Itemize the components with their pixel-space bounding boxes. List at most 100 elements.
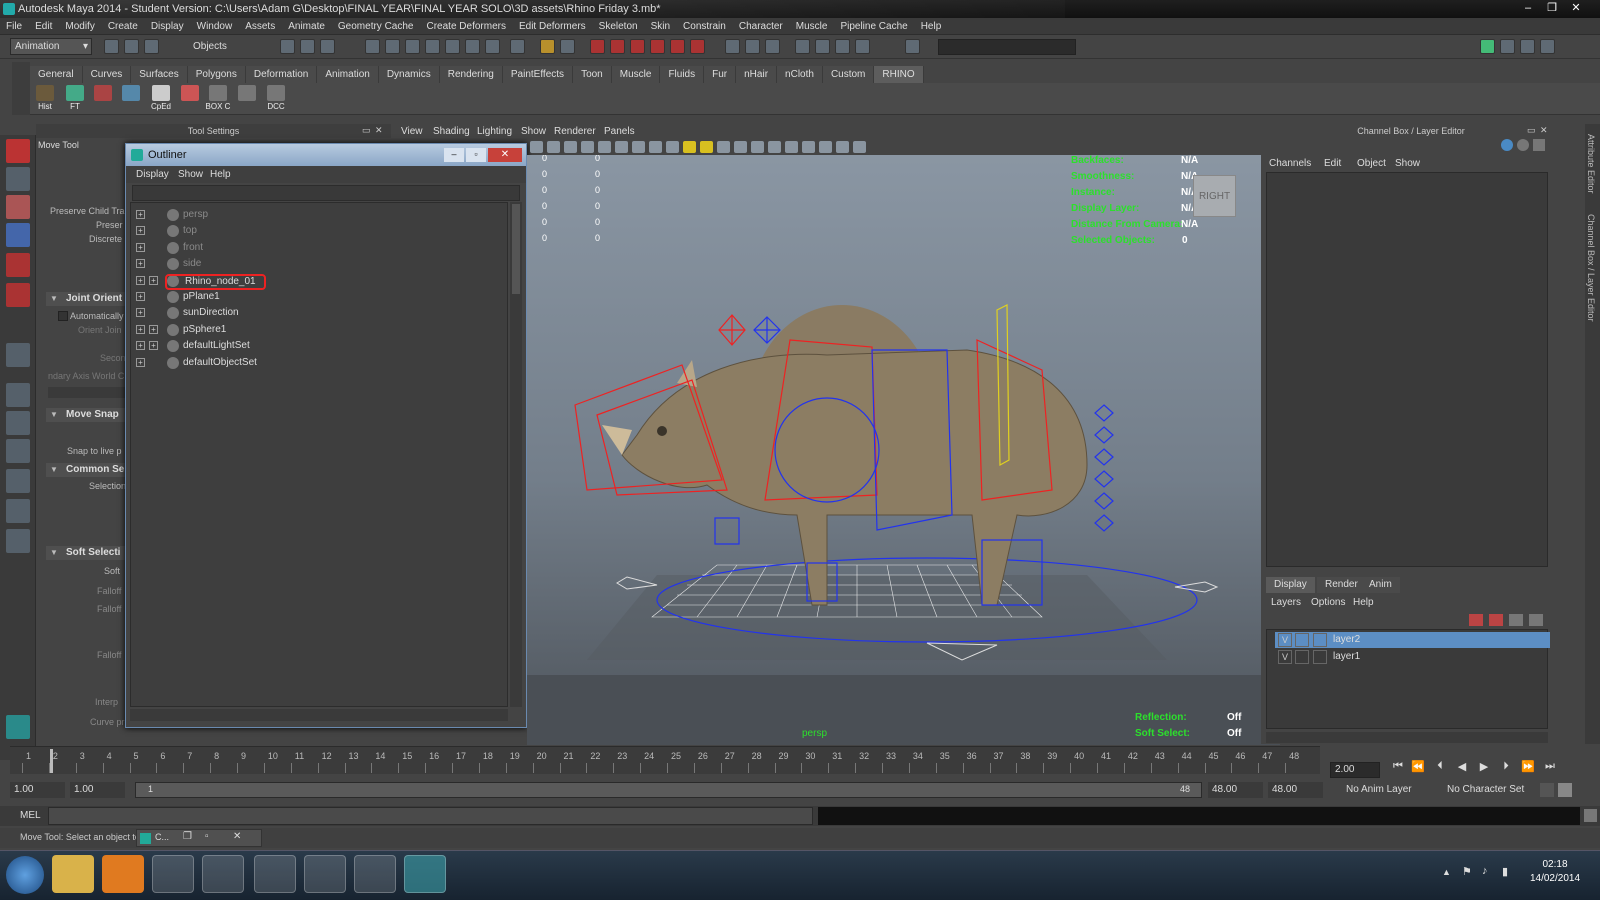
select-object-icon[interactable]: [300, 39, 315, 54]
save-scene-icon[interactable]: [144, 39, 159, 54]
layer-playback-toggle[interactable]: [1295, 650, 1309, 664]
snap-grid-icon[interactable]: [365, 39, 380, 54]
panel-toolbar-icon[interactable]: [615, 141, 628, 153]
view-cube[interactable]: RIGHT: [1193, 175, 1236, 217]
step-forward-key-icon[interactable]: ⏵: [1498, 760, 1514, 773]
outliner-minimize-button[interactable]: –: [444, 148, 464, 162]
menu-edit[interactable]: Edit: [35, 21, 52, 32]
outliner-item[interactable]: + + pSphere1: [131, 322, 501, 338]
shelf-joint-button[interactable]: [90, 85, 116, 113]
playback-end-field[interactable]: 48.00: [1208, 782, 1263, 798]
shelf-boxc-button[interactable]: BOX C: [205, 85, 231, 113]
float-panel-icon[interactable]: ▭: [362, 125, 371, 136]
menu-window[interactable]: Window: [197, 21, 233, 32]
outliner-item[interactable]: + side: [131, 256, 501, 272]
chrome-taskbar-icon[interactable]: [354, 855, 396, 893]
menu-constrain[interactable]: Constrain: [683, 21, 726, 32]
persp-outliner-layout-icon[interactable]: [6, 439, 30, 463]
ipr-render-icon[interactable]: [610, 39, 625, 54]
automatically-checkbox[interactable]: [58, 311, 68, 321]
menu-set-selector[interactable]: Animation ▾: [10, 38, 92, 55]
minimized-window-tab[interactable]: C... ❐ ▫ ✕: [136, 829, 262, 847]
channel-box-tab[interactable]: Channel Box / Layer Editor: [1586, 214, 1596, 322]
panel-toolbar-icon[interactable]: [598, 141, 611, 153]
character-set-selector[interactable]: No Character Set: [1443, 782, 1538, 798]
select-component-icon[interactable]: [320, 39, 335, 54]
select-hierarchy-icon[interactable]: [280, 39, 295, 54]
outliner-item[interactable]: + + Rhino_node_01: [131, 273, 501, 290]
tray-network-icon[interactable]: ▮: [1502, 865, 1508, 878]
panel-toolbar-icon[interactable]: [819, 141, 832, 153]
outliner-item[interactable]: + top: [131, 223, 501, 239]
layer-playback-toggle[interactable]: [1295, 633, 1309, 647]
tool-settings-hscroll[interactable]: [48, 387, 128, 398]
layer-row[interactable]: V layer1: [1275, 649, 1550, 665]
outliner-filter-input[interactable]: [132, 185, 520, 201]
maximize-button[interactable]: ❐: [1540, 1, 1564, 16]
tool-settings-toggle-icon[interactable]: [1500, 39, 1515, 54]
lasso-tool-icon[interactable]: [6, 167, 30, 191]
shelf-tab-deformation[interactable]: Deformation: [245, 66, 318, 83]
menu-skin[interactable]: Skin: [651, 21, 670, 32]
new-scene-icon[interactable]: [104, 39, 119, 54]
move-tool-icon[interactable]: [6, 223, 30, 247]
mel-input[interactable]: [48, 807, 813, 825]
menu-muscle[interactable]: Muscle: [796, 21, 828, 32]
panel-menu-show[interactable]: Show: [521, 126, 546, 137]
history-icon[interactable]: [465, 39, 480, 54]
tool-icon[interactable]: [815, 39, 830, 54]
panel-toolbar-icon[interactable]: [564, 141, 577, 153]
menu-animate[interactable]: Animate: [288, 21, 325, 32]
render-region-icon[interactable]: [690, 39, 705, 54]
outliner-menu-show[interactable]: Show: [178, 169, 203, 180]
panel-menu-renderer[interactable]: Renderer: [554, 126, 596, 137]
menu-geometry-cache[interactable]: Geometry Cache: [338, 21, 414, 32]
cb-edit-icon[interactable]: [1533, 139, 1545, 151]
last-tool-icon[interactable]: [6, 343, 30, 367]
menu-assets[interactable]: Assets: [245, 21, 275, 32]
layer-color-swatch[interactable]: [1313, 633, 1327, 647]
shelf-tab-ncloth[interactable]: nCloth: [777, 66, 823, 83]
time-slider[interactable]: 1 2 3 4 5 6 7 8 9 10 11 12 13 14 15 16 17 18 19 20 21 22 23 24 2…: [10, 746, 1320, 774]
input-line-icon[interactable]: [725, 39, 740, 54]
outliner-vscroll[interactable]: [510, 202, 522, 707]
layer-tab-anim[interactable]: Anim: [1361, 577, 1400, 593]
layer-color-swatch[interactable]: [1313, 650, 1327, 664]
auto-key-icon[interactable]: [1540, 783, 1554, 797]
render-frame-icon[interactable]: [590, 39, 605, 54]
channel-icon[interactable]: [835, 39, 850, 54]
minimized-maximize-icon[interactable]: ▫: [205, 831, 209, 842]
menu-create[interactable]: Create: [108, 21, 138, 32]
menu-character[interactable]: Character: [739, 21, 783, 32]
panel-toolbar-icon[interactable]: [683, 141, 696, 153]
expand-icon[interactable]: +: [136, 226, 145, 236]
outliner-hscroll[interactable]: [130, 709, 508, 721]
expand-icon[interactable]: +: [149, 324, 158, 334]
start-button-icon[interactable]: [6, 856, 44, 894]
panel-toolbar-icon[interactable]: [802, 141, 815, 153]
shelf-ik-button[interactable]: [118, 85, 144, 113]
shelf-script-button[interactable]: [234, 85, 260, 113]
layer-visibility-toggle[interactable]: V: [1278, 650, 1292, 664]
expand-icon[interactable]: +: [136, 292, 145, 301]
outliner-maximize-button[interactable]: ▫: [466, 148, 486, 162]
history-input-icon[interactable]: [485, 39, 500, 54]
outliner-item[interactable]: + sunDirection: [131, 305, 501, 321]
persp-graph-layout-icon[interactable]: [6, 469, 30, 493]
single-view-layout-icon[interactable]: [6, 383, 30, 407]
panel-toolbar-icon[interactable]: [717, 141, 730, 153]
shelf-tab-fluids[interactable]: Fluids: [660, 66, 705, 83]
panel-menu-panels[interactable]: Panels: [604, 126, 635, 137]
network-taskbar-icon[interactable]: [254, 855, 296, 893]
taskbar-date[interactable]: 14/02/2014: [1522, 873, 1588, 884]
channel-list[interactable]: [1266, 172, 1548, 567]
perspective-viewport[interactable]: Backfaces: N/A Smoothness: N/A Instance:…: [527, 155, 1280, 745]
shelf-dcc-button[interactable]: DCC: [263, 85, 289, 113]
layer-tab-render[interactable]: Render: [1317, 577, 1366, 593]
persp-hypershade-layout-icon[interactable]: [6, 499, 30, 523]
move-layer-down-icon[interactable]: [1529, 614, 1543, 626]
shelf-tab-polygons[interactable]: Polygons: [187, 66, 246, 83]
panel-toolbar-icon[interactable]: [581, 141, 594, 153]
outliner-close-button[interactable]: ✕: [488, 148, 522, 162]
minimized-restore-icon[interactable]: ❐: [183, 831, 192, 842]
